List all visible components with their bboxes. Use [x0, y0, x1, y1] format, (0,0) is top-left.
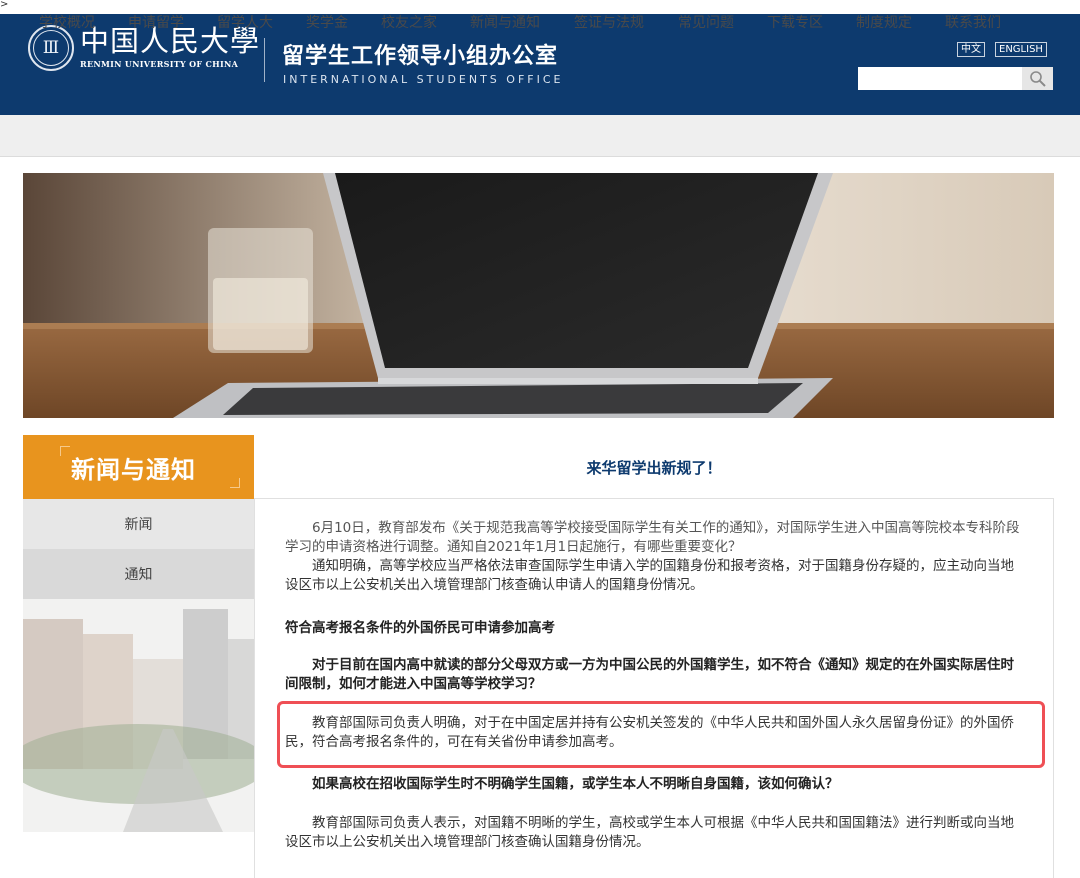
nav-item-news[interactable]: 新闻与通知 — [470, 12, 540, 32]
hero-banner-image — [23, 173, 1054, 418]
nav-item-faq[interactable]: 常见问题 — [678, 12, 734, 32]
sidebar-campus-photo — [23, 599, 254, 832]
nav-item-about[interactable]: 学校概况 — [39, 12, 95, 32]
nav-item-study[interactable]: 留学人大 — [217, 12, 273, 32]
article-question: 如果高校在招收国际学生时不明确学生国籍，或学生本人不明晰自身国籍，该如何确认？ — [312, 776, 839, 792]
search-button[interactable] — [1022, 67, 1053, 90]
nav-item-downloads[interactable]: 下载专区 — [767, 12, 823, 32]
nav-item-scholarship[interactable]: 奖学金 — [306, 12, 348, 32]
article-paragraph: 6月10日，教育部发布《关于规范我高等学校接受国际学生有关工作的通知》，对国际学… — [285, 520, 1020, 555]
article-title: 来华留学出新规了！ — [586, 459, 722, 477]
sidebar-header: 新闻与通知 — [23, 435, 254, 499]
language-english-link[interactable]: ENGLISH — [995, 42, 1047, 57]
nav-item-visa[interactable]: 签证与法规 — [574, 12, 644, 32]
stray-mark: > — [0, 0, 9, 10]
sidebar-item-news[interactable]: 新闻 — [23, 499, 254, 549]
nav-item-regulations[interactable]: 制度规定 — [856, 12, 912, 32]
article-question: 对于目前在国内高中就读的部分父母双方或一方为中国公民的外国籍学生，如不符合《通知… — [285, 657, 1014, 692]
article-paragraph: 通知明确，高等学校应当严格依法审查国际学生申请入学的国籍身份和报考资格，对于国籍… — [285, 558, 1014, 593]
search-input[interactable] — [858, 67, 1022, 90]
nav-item-apply[interactable]: 申请留学 — [128, 12, 184, 32]
corner-bracket-bottom-right — [230, 478, 240, 488]
article-paragraph: 教育部国际司负责人表示，对国籍不明晰的学生，高校或学生本人可根据《中华人民共和国… — [285, 815, 1014, 850]
search-icon — [1029, 70, 1046, 87]
corner-bracket-top-left — [60, 446, 70, 456]
office-title-en: INTERNATIONAL STUDENTS OFFICE — [283, 73, 564, 86]
article-subheading: 符合高考报名条件的外国侨民可申请参加高考 — [285, 620, 555, 636]
sidebar-item-notice[interactable]: 通知 — [23, 549, 254, 599]
nav-item-contact[interactable]: 联系我们 — [945, 12, 1001, 32]
language-chinese-link[interactable]: 中文 — [957, 42, 985, 57]
red-highlight-box — [277, 701, 1045, 768]
university-name-en: RENMIN UNIVERSITY OF CHINA — [80, 59, 239, 69]
main-navbar — [0, 115, 1080, 157]
header-divider — [264, 38, 265, 82]
nav-item-alumni[interactable]: 校友之家 — [381, 12, 437, 32]
office-title-cn: 留学生工作领导小组办公室 — [282, 44, 559, 69]
sidebar-title: 新闻与通知 — [71, 456, 196, 484]
